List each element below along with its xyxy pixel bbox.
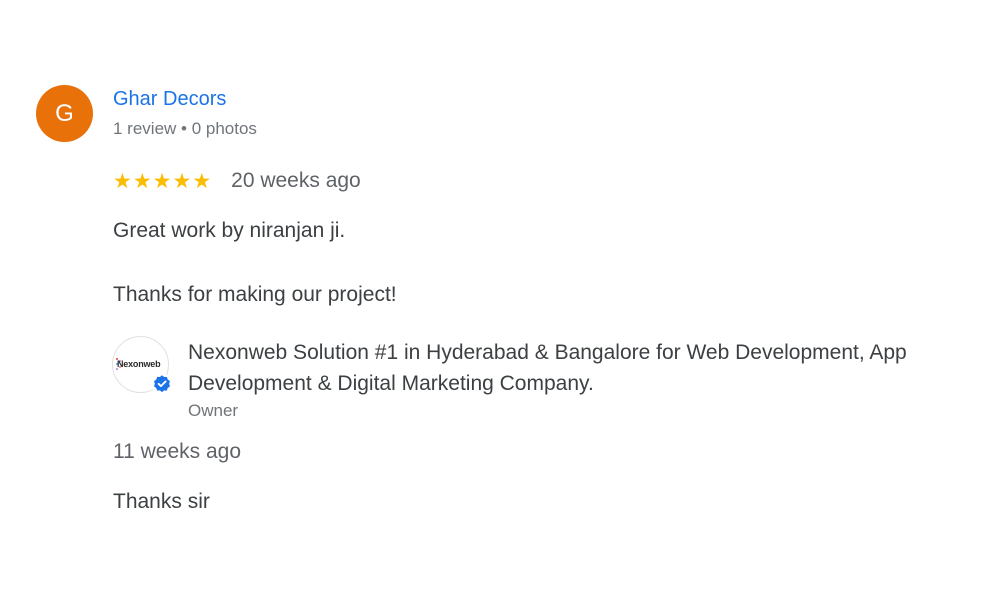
owner-name: Nexonweb Solution #1 in Hyderabad & Bang…: [188, 341, 907, 395]
review-text: Great work by niranjan ji. Thanks for ma…: [113, 215, 397, 311]
star-icon: ★: [113, 168, 132, 193]
star-rating: ★ ★ ★ ★ ★: [113, 168, 212, 193]
star-icon: ★: [152, 168, 172, 193]
review-text-line: Thanks for making our project!: [113, 283, 397, 306]
review-date: 20 weeks ago: [231, 169, 361, 192]
review-text-line: Great work by niranjan ji.: [113, 219, 346, 242]
star-icon: ★: [192, 168, 212, 193]
owner-avatar[interactable]: Nexonweb: [112, 336, 173, 395]
rating-row: ★ ★ ★ ★ ★ 20 weeks ago: [113, 167, 361, 195]
owner-logo-text: Nexonweb: [117, 359, 161, 369]
review-card: G Ghar Decors 1 review • 0 photos ★ ★ ★ …: [0, 0, 1000, 600]
reviewer-avatar[interactable]: G: [36, 85, 93, 142]
verified-badge-icon: [151, 373, 173, 395]
reply-text: Thanks sir: [113, 490, 210, 513]
reply-date: 11 weeks ago: [113, 440, 242, 463]
star-icon: ★: [172, 168, 192, 193]
star-icon: ★: [132, 168, 152, 193]
owner-role-label: Owner: [188, 401, 239, 420]
reviewer-meta: 1 review • 0 photos: [113, 119, 257, 138]
reviewer-name-link[interactable]: Ghar Decors: [113, 88, 226, 111]
